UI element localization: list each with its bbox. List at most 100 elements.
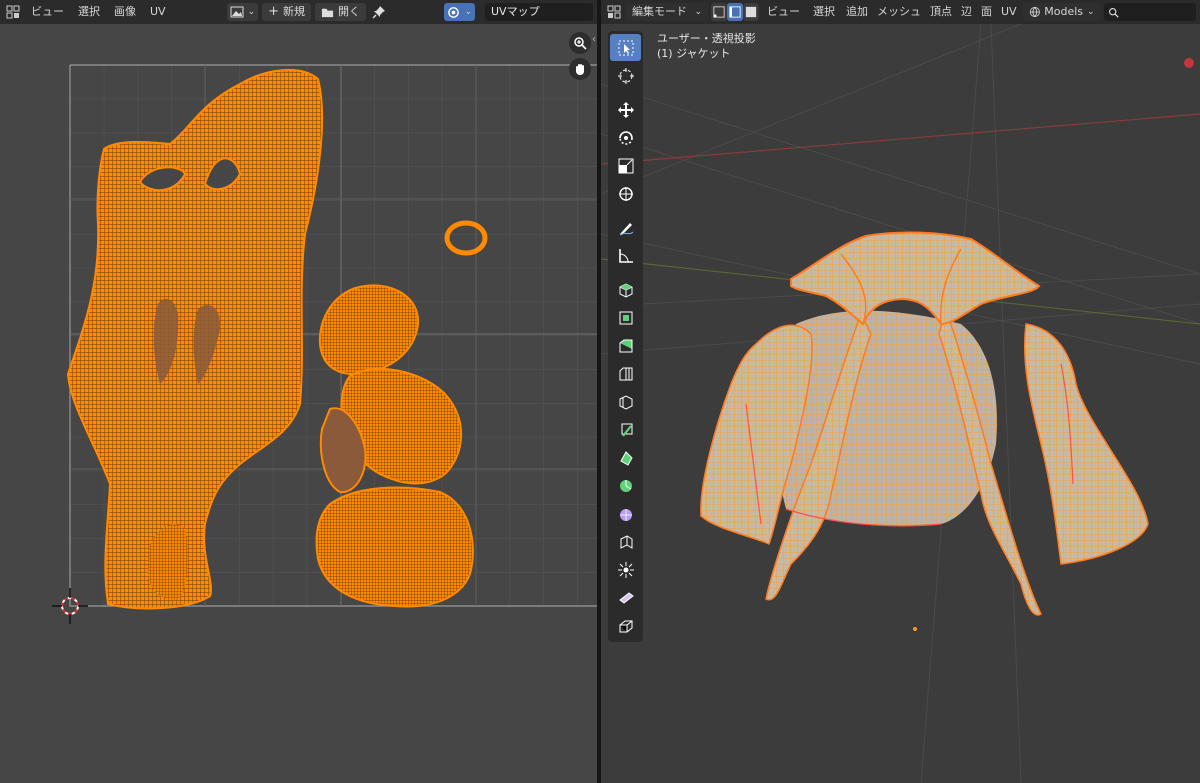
viewport-menu-edge[interactable]: 辺 bbox=[958, 2, 975, 22]
tool-shear[interactable] bbox=[610, 584, 641, 611]
tool-extrude[interactable] bbox=[610, 304, 641, 331]
editor-type-icon[interactable] bbox=[4, 3, 22, 21]
viewport-menu-uv[interactable]: UV bbox=[998, 2, 1020, 22]
viewport-menu-face[interactable]: 面 bbox=[978, 2, 995, 22]
open-image-button[interactable]: 開く bbox=[315, 3, 367, 21]
viewport-menu-vertex[interactable]: 頂点 bbox=[927, 2, 955, 22]
scale-icon bbox=[618, 158, 633, 173]
uv-sidebar-toggle-icon[interactable]: ‹ bbox=[592, 34, 596, 45]
uv-zoom-button[interactable] bbox=[569, 32, 591, 54]
face-select-button[interactable] bbox=[743, 3, 759, 21]
face-mode-icon bbox=[745, 6, 757, 18]
gizmo-x-axis[interactable] bbox=[1184, 58, 1194, 68]
viewport-scene bbox=[601, 24, 1200, 783]
tool-transform[interactable] bbox=[610, 180, 641, 207]
magnifier-icon bbox=[574, 37, 587, 50]
knife-icon bbox=[621, 423, 632, 437]
new-image-button[interactable]: + 新規 bbox=[262, 3, 312, 21]
viewport-view-name: ユーザー・透視投影 bbox=[657, 32, 756, 45]
viewport-menu-select[interactable]: 選択 bbox=[808, 2, 840, 22]
inset-icon bbox=[619, 339, 632, 352]
uv-pan-button[interactable] bbox=[569, 58, 591, 80]
tool-measure[interactable] bbox=[610, 242, 641, 269]
tool-rip[interactable] bbox=[610, 612, 641, 639]
tool-shelf bbox=[608, 31, 643, 642]
tool-add-cube[interactable] bbox=[610, 276, 641, 303]
bevel-icon bbox=[619, 367, 632, 380]
viewport-header: 編集モード ⌄ ビュー 選択 追加 メッシュ 頂点 辺 面 UV Models … bbox=[601, 0, 1200, 24]
mode-select[interactable]: 編集モード ⌄ bbox=[626, 3, 708, 21]
uv-editor-header: ビュー 選択 画像 UV ⌄ + 新規 開く ⌄ UVマップ bbox=[0, 0, 597, 24]
tool-bevel[interactable] bbox=[610, 360, 641, 387]
tool-poly-build[interactable] bbox=[610, 444, 641, 471]
move-icon bbox=[617, 101, 634, 118]
tool-move[interactable] bbox=[610, 96, 641, 123]
measure-icon bbox=[618, 248, 633, 263]
new-image-label: 新規 bbox=[283, 5, 306, 18]
open-image-label: 開く bbox=[338, 5, 361, 18]
smooth-icon bbox=[619, 508, 632, 521]
tool-inset[interactable] bbox=[610, 332, 641, 359]
tool-cursor[interactable] bbox=[610, 62, 641, 89]
edge-slide-icon bbox=[620, 534, 632, 549]
chevron-down-icon: ⌄ bbox=[1087, 7, 1095, 17]
mode-label: 編集モード bbox=[632, 5, 687, 18]
pin-icon[interactable] bbox=[370, 3, 388, 21]
viewport-menu-add[interactable]: 追加 bbox=[843, 2, 871, 22]
uv-menu-select[interactable]: 選択 bbox=[73, 2, 105, 22]
rip-icon bbox=[619, 620, 632, 632]
uv-menu-image[interactable]: 画像 bbox=[109, 2, 141, 22]
image-icon bbox=[230, 6, 244, 18]
loop-cut-icon bbox=[619, 394, 632, 410]
uv-sync-selection-button[interactable]: ⌄ bbox=[444, 3, 475, 21]
chevron-down-icon: ⌄ bbox=[694, 7, 702, 17]
folder-icon bbox=[321, 8, 334, 17]
uv-menu-view[interactable]: ビュー bbox=[26, 2, 69, 22]
transform-icon bbox=[618, 186, 633, 201]
edge-mode-icon bbox=[729, 6, 741, 18]
tool-edge-slide[interactable] bbox=[610, 528, 641, 555]
hand-icon bbox=[576, 64, 584, 75]
poly-build-icon bbox=[619, 450, 633, 466]
shear-icon bbox=[618, 591, 634, 604]
uv-editor-area[interactable]: ‹ bbox=[0, 24, 597, 783]
tool-select-box[interactable] bbox=[610, 34, 641, 61]
viewport-editor-type-icon[interactable] bbox=[605, 3, 623, 21]
search-icon bbox=[1108, 7, 1119, 18]
vertex-select-button[interactable] bbox=[711, 3, 727, 21]
jacket-mesh[interactable] bbox=[700, 231, 1149, 616]
extrude-icon bbox=[619, 311, 632, 324]
uv-map-field[interactable]: UVマップ bbox=[485, 3, 593, 21]
annotate-icon bbox=[619, 222, 633, 235]
tool-smooth[interactable] bbox=[610, 500, 641, 527]
viewport-menu-mesh[interactable]: メッシュ bbox=[874, 2, 924, 22]
tool-scale[interactable] bbox=[610, 152, 641, 179]
shrink-fatten-icon bbox=[617, 561, 634, 578]
image-browse-button[interactable]: ⌄ bbox=[226, 3, 259, 21]
tool-loop-cut[interactable] bbox=[610, 388, 641, 415]
tool-rotate[interactable] bbox=[610, 124, 641, 151]
tool-knife[interactable] bbox=[610, 416, 641, 443]
collection-select[interactable]: Models ⌄ bbox=[1022, 3, 1101, 21]
spin-icon bbox=[619, 479, 632, 492]
sync-icon bbox=[448, 6, 460, 18]
tool-annotate[interactable] bbox=[610, 214, 641, 241]
tool-spin[interactable] bbox=[610, 472, 641, 499]
viewport-search-input[interactable] bbox=[1103, 3, 1196, 21]
edge-select-button[interactable] bbox=[727, 3, 743, 21]
cursor-icon bbox=[617, 67, 634, 84]
viewport-object-name: (1) ジャケット bbox=[657, 47, 731, 60]
select-box-icon bbox=[618, 40, 633, 55]
3d-viewport[interactable]: ユーザー・透視投影 (1) ジャケット bbox=[601, 24, 1200, 783]
viewport-menu-view[interactable]: ビュー bbox=[762, 2, 805, 22]
vertex-mode-icon bbox=[713, 6, 725, 18]
plus-icon: + bbox=[268, 4, 280, 19]
object-origin bbox=[913, 627, 917, 631]
uv-island-sleeve-lower[interactable] bbox=[315, 486, 474, 608]
x-axis-line bbox=[601, 113, 1200, 165]
uv-menu-uv[interactable]: UV bbox=[145, 2, 171, 22]
tool-shrink-fatten[interactable] bbox=[610, 556, 641, 583]
uv-canvas bbox=[52, 64, 597, 624]
rotate-icon bbox=[618, 130, 633, 145]
collection-label: Models bbox=[1044, 5, 1084, 18]
